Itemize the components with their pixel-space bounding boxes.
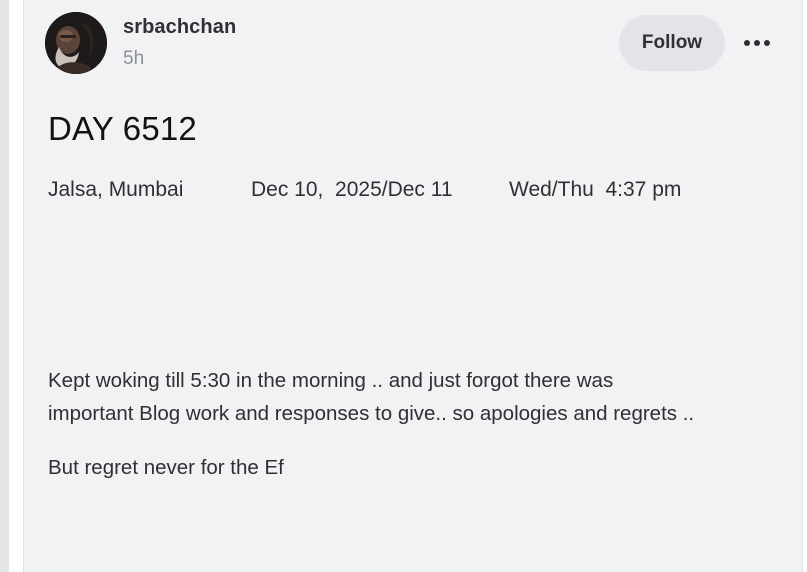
post-paragraph-line: But regret never for the Ef xyxy=(48,456,284,479)
post-paragraph: But regret never for the Ef xyxy=(48,451,788,484)
post-date: Dec 10, 2025/Dec 11 xyxy=(251,178,453,201)
avatar-portrait-icon xyxy=(45,12,107,74)
author-name[interactable]: srbachchan xyxy=(123,16,236,39)
post-title: DAY 6512 xyxy=(48,110,197,147)
post-day-time: Wed/Thu 4:37 pm xyxy=(509,178,682,201)
left-scroll-rail xyxy=(0,0,9,572)
follow-button[interactable]: Follow xyxy=(619,15,725,71)
post-paragraph-line: important Blog work and responses to giv… xyxy=(48,402,695,425)
post-card: srbachchan 5h Follow DAY 6512 Jalsa, Mum… xyxy=(23,0,803,572)
more-options-button[interactable] xyxy=(737,25,777,61)
post-paragraph: Kept woking till 5:30 in the morning .. … xyxy=(48,364,788,430)
avatar[interactable] xyxy=(45,12,107,74)
post-location: Jalsa, Mumbai xyxy=(48,178,184,201)
more-horizontal-icon xyxy=(744,40,770,46)
post-paragraph-line: Kept woking till 5:30 in the morning .. … xyxy=(48,369,614,392)
page: srbachchan 5h Follow DAY 6512 Jalsa, Mum… xyxy=(0,0,807,572)
post-timestamp: 5h xyxy=(123,48,145,69)
